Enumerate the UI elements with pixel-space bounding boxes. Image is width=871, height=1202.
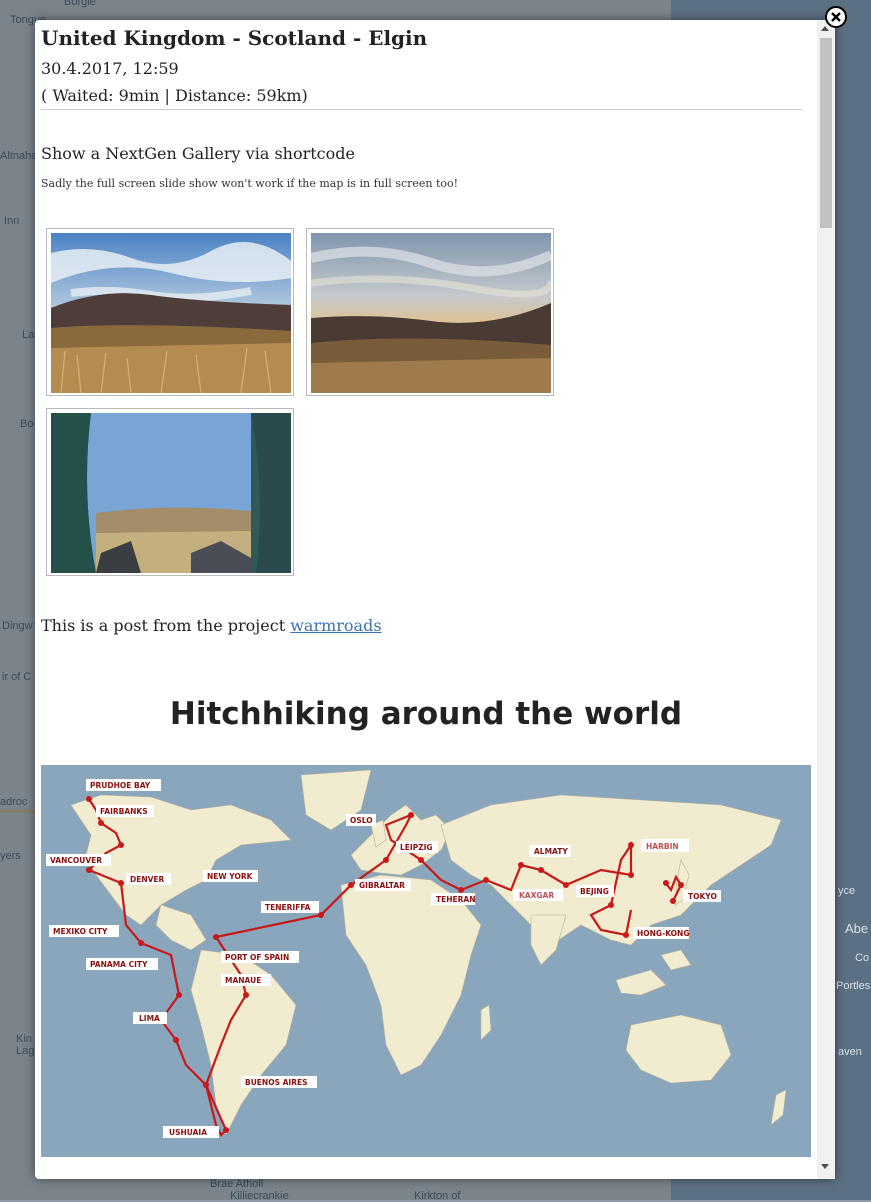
- bg-label: Bo: [20, 418, 34, 430]
- post-popup: United Kingdom - Scotland - Elgin 30.4.2…: [35, 20, 835, 1179]
- map-label-new-york: NEW YORK: [207, 872, 254, 881]
- post-datetime: 30.4.2017, 12:59: [41, 59, 179, 78]
- post-stats: ( Waited: 9min | Distance: 59km): [41, 86, 308, 105]
- map-label-ushuaia: USHUAIA: [169, 1128, 207, 1137]
- map-label-lima: LIMA: [139, 1014, 160, 1023]
- bg-label: Altnaha: [0, 150, 38, 162]
- map-label-vancouver: VANCOUVER: [50, 856, 102, 865]
- map-label-mexiko-city: MEXIKO CITY: [53, 927, 108, 936]
- close-x-icon: [831, 12, 841, 22]
- bg-label: Co: [855, 952, 870, 964]
- project-text: This is a post from the project: [41, 616, 291, 635]
- bg-label: Lag: [16, 1045, 35, 1057]
- map-label-kaxgar: KAXGAR: [519, 891, 554, 900]
- bg-label: Inn: [4, 215, 20, 227]
- map-label-bejing: BEJING: [580, 887, 609, 896]
- close-icon[interactable]: [825, 6, 847, 28]
- map-label-hong-kong: HONG-KONG: [637, 929, 689, 938]
- popup-scrollbar[interactable]: [817, 20, 835, 1179]
- map-label-port-of-spain: PORT OF SPAIN: [225, 953, 289, 962]
- map-label-leipzig: LEIPZIG: [400, 843, 433, 852]
- bg-label: Abe: [845, 921, 869, 936]
- bg-label: Dingw: [2, 620, 33, 632]
- bg-label: aven: [838, 1046, 862, 1058]
- map-label-harbin: HARBIN: [646, 842, 679, 851]
- map-label-teneriffa: TENERIFFA: [265, 903, 311, 912]
- bg-label: Portles: [836, 980, 871, 992]
- map-label-buenos-aires: BUENOS AIRES: [245, 1078, 308, 1087]
- world-map-heading: Hitchhiking around the world: [169, 696, 683, 732]
- map-label-panama-city: PANAMA CITY: [90, 960, 148, 969]
- gallery-image-sunset[interactable]: [311, 233, 551, 393]
- project-link[interactable]: warmroads: [290, 616, 381, 635]
- map-label-manaue: MANAUE: [225, 976, 261, 985]
- popup-content: United Kingdom - Scotland - Elgin 30.4.2…: [41, 20, 811, 1179]
- map-label-teheran: TEHERAN: [436, 895, 476, 904]
- divider: [41, 109, 802, 110]
- map-label-gibraltar: GIBRALTAR: [359, 881, 405, 890]
- scroll-up-arrow-icon[interactable]: [821, 26, 829, 31]
- world-route-map: PRUDHOE BAY FAIRBANKS VANCOUVER DENVER N…: [41, 765, 811, 1157]
- map-label-almaty: ALMATY: [534, 847, 568, 856]
- gallery-note: Sadly the full screen slide show won't w…: [41, 177, 459, 190]
- gallery-thumbnail[interactable]: [46, 228, 294, 396]
- scroll-thumb[interactable]: [820, 38, 832, 228]
- bg-label: Kirkton of: [414, 1190, 461, 1202]
- bg-label: adroc: [0, 796, 28, 808]
- bg-label: Brae Atholl: [210, 1178, 264, 1190]
- map-label-tokyo: TOKYO: [688, 892, 717, 901]
- scroll-down-arrow-icon[interactable]: [821, 1164, 829, 1169]
- post-title: United Kingdom - Scotland - Elgin: [41, 26, 428, 50]
- map-label-denver: DENVER: [130, 875, 165, 884]
- map-label-prudhoe-bay: PRUDHOE BAY: [90, 781, 151, 790]
- gallery-image-tent[interactable]: [51, 413, 291, 573]
- gallery-image-hills[interactable]: [51, 233, 291, 393]
- bg-label: Kin: [16, 1033, 32, 1045]
- bg-label: Borgie: [64, 0, 96, 8]
- gallery-heading: Show a NextGen Gallery via shortcode: [41, 144, 355, 163]
- gallery-thumbnail[interactable]: [46, 408, 294, 576]
- map-label-oslo: OSLO: [350, 816, 373, 825]
- bg-label: La: [22, 329, 35, 341]
- project-line: This is a post from the project warmroad…: [41, 616, 382, 635]
- gallery-thumbnail[interactable]: [306, 228, 554, 396]
- bg-label: yce: [838, 885, 856, 897]
- bg-label: yers: [0, 850, 21, 862]
- bg-label: Killiecrankie: [230, 1190, 289, 1202]
- map-label-fairbanks: FAIRBANKS: [100, 807, 148, 816]
- bg-label: ir of C: [2, 671, 32, 683]
